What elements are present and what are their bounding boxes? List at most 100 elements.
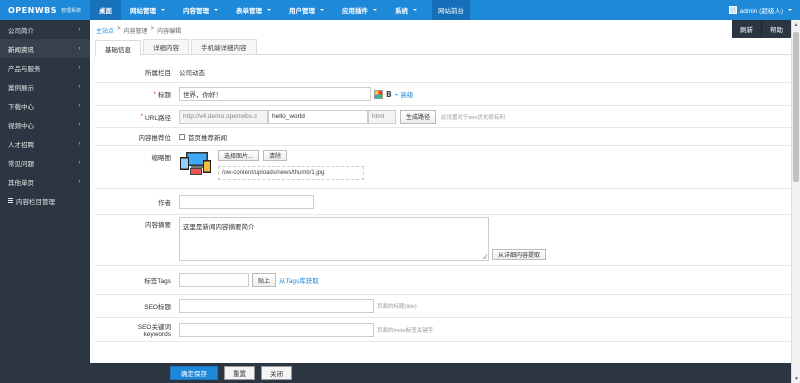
seo-title-input[interactable] bbox=[179, 299, 374, 313]
category-value: 公司动态 bbox=[179, 70, 205, 77]
sidebar-item-company[interactable]: 公司简介 › bbox=[0, 20, 90, 39]
tab-detail-content[interactable]: 详细内容 bbox=[143, 39, 189, 54]
url-hint: 此设置对于seo优化很有利 bbox=[441, 114, 505, 121]
sidebar-item-news[interactable]: 新闻资讯 › bbox=[0, 39, 90, 58]
form-row-thumbnail: 缩略图 选择图片... 清除 /ow-content/uploads/news/… bbox=[95, 146, 791, 189]
chevron-right-icon: › bbox=[78, 83, 81, 90]
label-text: URL路径 bbox=[144, 114, 171, 122]
thumbnail-path[interactable]: /ow-content/uploads/news/thumb/1.jpg bbox=[218, 166, 364, 180]
scrollbar-thumb[interactable] bbox=[793, 32, 799, 182]
paste-tags-button[interactable]: 贴上 bbox=[252, 273, 277, 287]
sidebar-item-products[interactable]: 产品与服务 › bbox=[0, 58, 90, 77]
label-text: 内容推荐位 bbox=[138, 134, 172, 142]
nav-item-content[interactable]: 内容管理 bbox=[174, 0, 227, 20]
sidebar-item-label: 案例展示 bbox=[8, 84, 34, 92]
sidebar-item-label: 新闻资讯 bbox=[8, 46, 34, 54]
nav-label: 应用插件 bbox=[342, 8, 368, 15]
form-row-url: * URL路径 http://v4.demo.openwbs.c hello_wo… bbox=[95, 106, 791, 128]
tab-mobile-content[interactable]: 手机端详细内容 bbox=[191, 39, 257, 54]
sidebar-item-label: 常见问题 bbox=[8, 160, 34, 168]
caret-down-icon bbox=[413, 9, 417, 11]
form-row-author: 作者 bbox=[95, 189, 791, 215]
save-button[interactable]: 确定保存 bbox=[170, 366, 218, 380]
nav-item-system[interactable]: 系统 bbox=[386, 0, 426, 20]
seo-title-hint: 页面的标题(title) bbox=[377, 304, 417, 310]
main-nav: 桌面 网站管理 内容管理 表单管理 用户管理 应用插件 系统 网站前台 bbox=[90, 0, 470, 20]
sidebar-item-jobs[interactable]: 人才招聘 › bbox=[0, 134, 90, 153]
url-suffix: html bbox=[368, 109, 396, 124]
nav-item-desktop[interactable]: 桌面 bbox=[90, 0, 121, 20]
label-text: 所属栏目 bbox=[145, 70, 171, 77]
get-from-tags-library-link[interactable]: 从Tags库获取 bbox=[279, 275, 319, 285]
sidebar-item-label: 公司简介 bbox=[8, 27, 34, 35]
chevron-right-icon: › bbox=[78, 121, 81, 128]
sidebar-item-downloads[interactable]: 下载中心 › bbox=[0, 96, 90, 115]
sidebar-item-cases[interactable]: 案例展示 › bbox=[0, 77, 90, 96]
breadcrumb-separator: > bbox=[117, 26, 121, 32]
home-recommend-checkbox[interactable] bbox=[179, 133, 185, 140]
logo[interactable]: OPENWBS 管理系统 bbox=[0, 0, 90, 20]
tab-basic-info[interactable]: 基础信息 bbox=[95, 40, 141, 56]
home-recommend-label: 首页推荐新闻 bbox=[188, 134, 227, 142]
refresh-button[interactable]: 刷新 bbox=[732, 20, 762, 38]
label-text: 标签Tags bbox=[144, 278, 171, 285]
url-label: * URL路径 bbox=[95, 106, 177, 127]
chevron-right-icon: › bbox=[78, 102, 81, 109]
form-row-title: * 标题 世界，你好！ B + 高级 bbox=[95, 83, 791, 106]
nav-label: 用户管理 bbox=[289, 8, 315, 15]
tags-label: 标签Tags bbox=[95, 266, 177, 294]
clear-image-button[interactable]: 清除 bbox=[263, 150, 288, 161]
user-menu[interactable]: admin (超级人) bbox=[728, 0, 792, 20]
summary-textarea[interactable]: 这里是新闻内容摘要简介 bbox=[179, 217, 489, 261]
label-text: 内容摘要 bbox=[145, 222, 171, 229]
thumbnail-label: 缩略图 bbox=[95, 146, 177, 188]
close-button[interactable]: 关闭 bbox=[261, 366, 292, 380]
color-picker-icon[interactable] bbox=[374, 89, 383, 99]
scroll-down-icon[interactable]: ▼ bbox=[792, 374, 800, 383]
help-button[interactable]: 帮助 bbox=[762, 20, 792, 38]
vertical-scrollbar[interactable]: ▲ ▼ bbox=[791, 20, 800, 383]
form-row-tags: 标签Tags 贴上 从Tags库获取 bbox=[95, 266, 791, 295]
required-mark: * bbox=[153, 90, 156, 98]
tags-input[interactable] bbox=[179, 273, 249, 287]
sidebar-item-column-manage[interactable]: 内容栏目管理 bbox=[0, 191, 90, 210]
sidebar-item-faq[interactable]: 常见问题 › bbox=[0, 153, 90, 172]
url-slug-input[interactable]: hello_world bbox=[268, 109, 368, 124]
breadcrumb-home[interactable]: 主站点 bbox=[96, 26, 114, 35]
resize-handle-icon[interactable] bbox=[482, 254, 487, 259]
chevron-right-icon: › bbox=[78, 178, 81, 185]
extract-from-detail-button[interactable]: 从详细内容提取 bbox=[492, 249, 547, 260]
front-site-link[interactable]: 网站前台 bbox=[432, 0, 470, 20]
url-prefix: http://v4.demo.openwbs.c bbox=[179, 109, 268, 124]
list-icon bbox=[8, 198, 13, 203]
sidebar-item-videos[interactable]: 视频中心 › bbox=[0, 115, 90, 134]
breadcrumb-level1[interactable]: 内容管理 bbox=[124, 26, 148, 35]
nav-item-forms[interactable]: 表单管理 bbox=[227, 0, 280, 20]
nav-item-plugins[interactable]: 应用插件 bbox=[333, 0, 386, 20]
title-input[interactable]: 世界，你好！ bbox=[179, 87, 371, 101]
bold-icon[interactable]: B bbox=[386, 90, 392, 99]
label-text: SEO标题 bbox=[144, 304, 171, 311]
scroll-up-icon[interactable]: ▲ bbox=[792, 20, 800, 29]
recommend-label: 内容推荐位 bbox=[95, 128, 177, 145]
select-image-button[interactable]: 选择图片... bbox=[218, 150, 260, 161]
nav-label: 内容管理 bbox=[183, 8, 209, 15]
nav-item-users[interactable]: 用户管理 bbox=[280, 0, 333, 20]
nav-item-site[interactable]: 网站管理 bbox=[121, 0, 174, 20]
chevron-right-icon: › bbox=[78, 140, 81, 147]
advanced-link[interactable]: + 高级 bbox=[395, 89, 414, 99]
sidebar-item-label: 产品与服务 bbox=[8, 65, 41, 73]
label-text: keywords bbox=[143, 331, 171, 338]
chevron-right-icon: › bbox=[78, 64, 81, 71]
content-edit-form: 所属栏目 公司动态 * 标题 世界，你好！ B + 高级 * URL路径 http:… bbox=[95, 62, 791, 342]
caret-down-icon bbox=[161, 9, 165, 11]
generate-path-button[interactable]: 生成路径 bbox=[400, 109, 437, 124]
sidebar-item-other-pages[interactable]: 其他单页 › bbox=[0, 172, 90, 191]
seo-keywords-label: SEO关键词 keywords bbox=[95, 318, 177, 341]
form-row-seo-title: SEO标题 页面的标题(title) bbox=[95, 295, 791, 318]
form-row-category: 所属栏目 公司动态 bbox=[95, 62, 791, 83]
reset-button[interactable]: 重置 bbox=[224, 366, 255, 380]
seo-keywords-input[interactable] bbox=[179, 322, 374, 337]
author-input[interactable] bbox=[179, 194, 314, 209]
seo-title-label: SEO标题 bbox=[95, 295, 177, 317]
